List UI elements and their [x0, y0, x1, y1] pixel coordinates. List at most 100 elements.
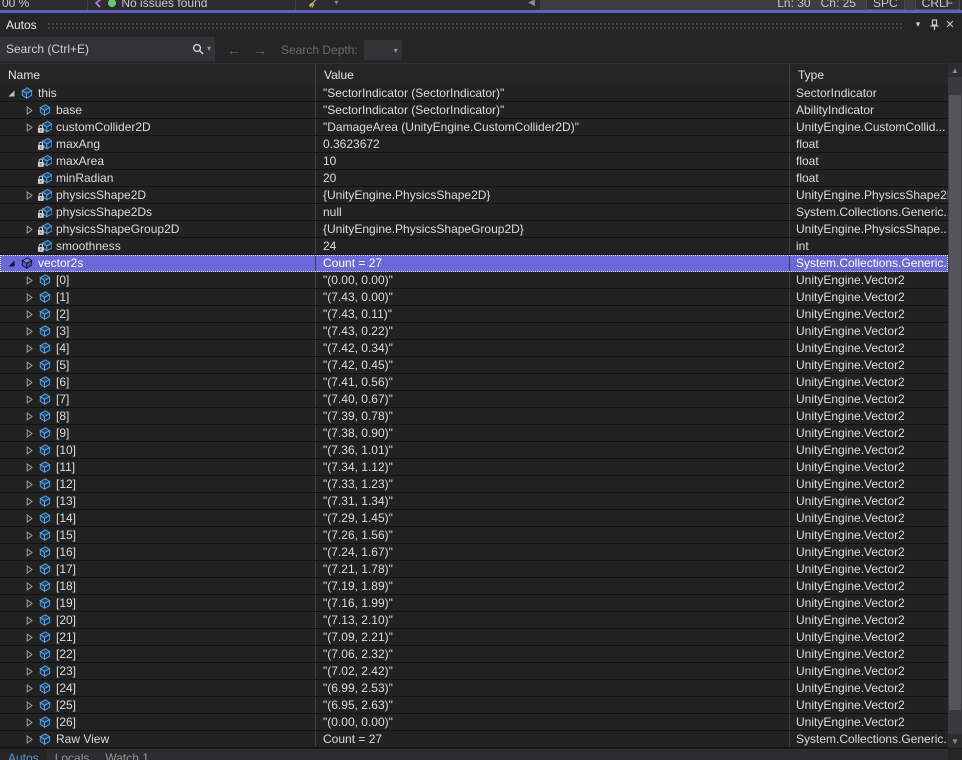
- variable-row[interactable]: [4] "(7.42, 0.34)" UnityEngine.Vector2: [0, 340, 948, 357]
- line-indicator[interactable]: Ln: 30: [777, 0, 810, 10]
- variable-value[interactable]: "(7.09, 2.21)": [316, 629, 790, 645]
- variable-value[interactable]: 10: [316, 153, 790, 169]
- code-cleanup-icon[interactable]: [308, 0, 320, 9]
- variable-value[interactable]: "(6.95, 2.63)": [316, 697, 790, 713]
- variable-row[interactable]: base "SectorIndicator (SectorIndicator)"…: [0, 102, 948, 119]
- variable-value[interactable]: "(0.00, 0.00)": [316, 714, 790, 730]
- variable-row[interactable]: physicsShapeGroup2D {UnityEngine.Physics…: [0, 221, 948, 238]
- expander-icon[interactable]: [22, 306, 36, 322]
- search-next-icon[interactable]: →: [253, 42, 267, 58]
- tab-autos[interactable]: Autos: [0, 749, 47, 760]
- variable-row[interactable]: physicsShape2D {UnityEngine.PhysicsShape…: [0, 187, 948, 204]
- close-button[interactable]: ✕: [942, 17, 958, 33]
- variable-value[interactable]: "(7.38, 0.90)": [316, 425, 790, 441]
- variable-value[interactable]: "SectorIndicator (SectorIndicator)": [316, 102, 790, 118]
- variable-value[interactable]: "(7.43, 0.11)": [316, 306, 790, 322]
- title-grip-texture[interactable]: [46, 22, 902, 29]
- expander-icon[interactable]: [22, 629, 36, 645]
- search-icon[interactable]: [192, 43, 204, 55]
- variable-row[interactable]: minRadian 20 float: [0, 170, 948, 187]
- variable-row[interactable]: [14] "(7.29, 1.45)" UnityEngine.Vector2: [0, 510, 948, 527]
- tab-locals[interactable]: Locals: [46, 749, 98, 760]
- variable-row[interactable]: [9] "(7.38, 0.90)" UnityEngine.Vector2: [0, 425, 948, 442]
- expander-icon[interactable]: [22, 459, 36, 475]
- expander-icon[interactable]: [22, 595, 36, 611]
- expander-icon[interactable]: [22, 136, 36, 152]
- variable-value[interactable]: 0.3623672: [316, 136, 790, 152]
- line-ending-indicator[interactable]: CRLF: [914, 0, 960, 10]
- search-box[interactable]: ▾: [0, 36, 215, 61]
- expander-icon[interactable]: [22, 340, 36, 356]
- scroll-down-icon[interactable]: ▼: [948, 734, 962, 748]
- variable-value[interactable]: "(7.16, 1.99)": [316, 595, 790, 611]
- search-options-dropdown-icon[interactable]: ▾: [207, 44, 211, 53]
- variable-row[interactable]: [21] "(7.09, 2.21)" UnityEngine.Vector2: [0, 629, 948, 646]
- variable-row[interactable]: [5] "(7.42, 0.45)" UnityEngine.Vector2: [0, 357, 948, 374]
- pin-button[interactable]: [926, 17, 942, 33]
- variable-row[interactable]: [2] "(7.43, 0.11)" UnityEngine.Vector2: [0, 306, 948, 323]
- variable-row[interactable]: [25] "(6.95, 2.63)" UnityEngine.Vector2: [0, 697, 948, 714]
- zoom-level[interactable]: 00 %: [2, 0, 29, 10]
- expander-icon[interactable]: [22, 187, 36, 203]
- expander-icon[interactable]: [22, 612, 36, 628]
- variable-value[interactable]: "(7.19, 1.89)": [316, 578, 790, 594]
- variable-row[interactable]: customCollider2D "DamageArea (UnityEngin…: [0, 119, 948, 136]
- variable-value[interactable]: "(7.40, 0.67)": [316, 391, 790, 407]
- column-indicator[interactable]: Ch: 25: [821, 0, 856, 10]
- variable-value[interactable]: "(7.36, 1.01)": [316, 442, 790, 458]
- variable-value[interactable]: "(6.99, 2.53)": [316, 680, 790, 696]
- variable-value[interactable]: {UnityEngine.PhysicsShape2D}: [316, 187, 790, 203]
- expander-icon[interactable]: [22, 646, 36, 662]
- variable-row[interactable]: [12] "(7.33, 1.23)" UnityEngine.Vector2: [0, 476, 948, 493]
- variable-row[interactable]: [16] "(7.24, 1.67)" UnityEngine.Vector2: [0, 544, 948, 561]
- search-prev-icon[interactable]: ←: [227, 42, 241, 58]
- variable-value[interactable]: {UnityEngine.PhysicsShapeGroup2D}: [316, 221, 790, 237]
- variable-value[interactable]: Count = 27: [316, 255, 790, 271]
- variable-row[interactable]: smoothness 24 int: [0, 238, 948, 255]
- panel-title-bar[interactable]: Autos ▾ ✕: [0, 13, 962, 36]
- expander-icon[interactable]: [22, 680, 36, 696]
- expander-icon[interactable]: [22, 578, 36, 594]
- column-header-type[interactable]: Type: [790, 64, 948, 85]
- variable-value[interactable]: 20: [316, 170, 790, 186]
- variable-row[interactable]: [3] "(7.43, 0.22)" UnityEngine.Vector2: [0, 323, 948, 340]
- vertical-scrollbar[interactable]: ▲ ▼: [948, 63, 962, 748]
- variable-value[interactable]: "(7.43, 0.22)": [316, 323, 790, 339]
- expander-icon[interactable]: [22, 510, 36, 526]
- expander-icon[interactable]: [22, 408, 36, 424]
- variable-value[interactable]: "(7.39, 0.78)": [316, 408, 790, 424]
- variable-row[interactable]: this "SectorIndicator (SectorIndicator)"…: [0, 85, 948, 102]
- health-status[interactable]: No issues found: [121, 0, 207, 10]
- expander-icon[interactable]: [22, 119, 36, 135]
- variable-value[interactable]: Count = 27: [316, 731, 790, 747]
- expander-icon[interactable]: [22, 238, 36, 254]
- expander-icon[interactable]: [22, 561, 36, 577]
- expander-icon[interactable]: [22, 391, 36, 407]
- variable-value[interactable]: "(7.06, 2.32)": [316, 646, 790, 662]
- variable-row[interactable]: [24] "(6.99, 2.53)" UnityEngine.Vector2: [0, 680, 948, 697]
- variable-value[interactable]: "(7.41, 0.56)": [316, 374, 790, 390]
- expander-icon[interactable]: [22, 221, 36, 237]
- scrollbar-thumb[interactable]: [949, 95, 961, 710]
- scrollbar-track[interactable]: [948, 77, 962, 734]
- expander-icon[interactable]: [22, 289, 36, 305]
- expander-icon[interactable]: [22, 272, 36, 288]
- variable-value[interactable]: "DamageArea (UnityEngine.CustomCollider2…: [316, 119, 790, 135]
- variable-row[interactable]: [0] "(0.00, 0.00)" UnityEngine.Vector2: [0, 272, 948, 289]
- variable-row[interactable]: vector2s Count = 27 System.Collections.G…: [0, 255, 948, 272]
- expander-icon[interactable]: [22, 425, 36, 441]
- expander-icon[interactable]: [4, 255, 18, 271]
- variable-row[interactable]: [17] "(7.21, 1.78)" UnityEngine.Vector2: [0, 561, 948, 578]
- variable-row[interactable]: [1] "(7.43, 0.00)" UnityEngine.Vector2: [0, 289, 948, 306]
- expander-icon[interactable]: [22, 102, 36, 118]
- search-input[interactable]: [6, 36, 181, 61]
- scroll-up-icon[interactable]: ▲: [948, 63, 962, 77]
- column-header-name[interactable]: Name: [0, 64, 316, 85]
- variable-value[interactable]: "(7.42, 0.45)": [316, 357, 790, 373]
- document-health-icon[interactable]: [108, 0, 117, 7]
- expander-icon[interactable]: [22, 476, 36, 492]
- variable-row[interactable]: [8] "(7.39, 0.78)" UnityEngine.Vector2: [0, 408, 948, 425]
- variable-row[interactable]: [7] "(7.40, 0.67)" UnityEngine.Vector2: [0, 391, 948, 408]
- variable-value[interactable]: "(7.24, 1.67)": [316, 544, 790, 560]
- variable-row[interactable]: [13] "(7.31, 1.34)" UnityEngine.Vector2: [0, 493, 948, 510]
